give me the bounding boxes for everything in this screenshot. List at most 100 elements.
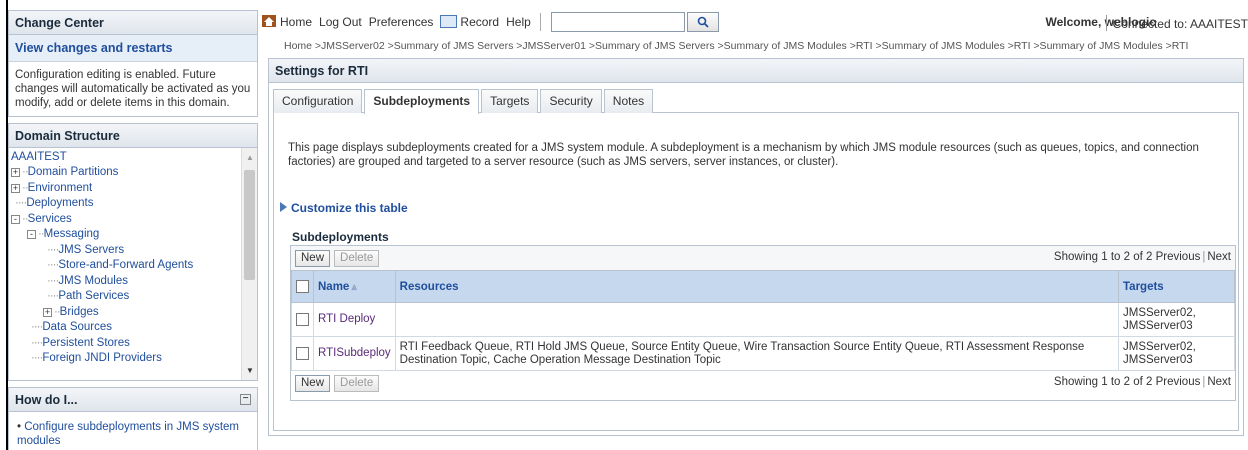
tree-node-jms-servers[interactable]: ····JMS Servers [47, 243, 124, 259]
new-button[interactable]: New [295, 249, 331, 267]
subdeployment-link[interactable]: RTISubdeploy [318, 347, 391, 359]
change-center-panel: Change Center View changes and restarts … [8, 10, 258, 117]
new-button[interactable]: New [295, 374, 331, 392]
tree-node-data-sources[interactable]: ····Data Sources [31, 320, 112, 336]
tree-node-bridges[interactable]: + ··Bridges [43, 305, 99, 321]
expand-icon[interactable]: + [43, 308, 52, 317]
tree-label: Deployments [26, 197, 94, 209]
target-value: JMSServer02, [1123, 306, 1196, 319]
column-header-name[interactable]: Name ⩓ [313, 270, 396, 303]
tab-notes[interactable]: Notes [603, 89, 654, 113]
row-resources-cell: RTI Feedback Queue, RTI Hold JMS Queue, … [394, 336, 1120, 371]
next-link[interactable]: Next [1207, 376, 1231, 388]
tab-targets[interactable]: Targets [481, 89, 539, 113]
tree-label: Store-and-Forward Agents [58, 259, 194, 271]
paging-status: Showing 1 to 2 of 2 [1053, 251, 1153, 263]
select-all-header [291, 270, 314, 303]
tab-configuration[interactable]: Configuration [273, 89, 363, 113]
domain-structure-panel: Domain Structure AAAITEST + ··Domain Part… [8, 123, 258, 381]
row-resources-cell [394, 302, 1120, 337]
tree-node-domain[interactable]: AAAITEST [11, 150, 67, 166]
tab-content: This page displays subdeployments create… [273, 113, 1239, 431]
table-controls-top: New Delete Showing 1 to 2 of 2 Previous |… [291, 246, 1235, 270]
record-link[interactable]: Record [440, 15, 499, 29]
table-row: RTISubdeploy RTI Feedback Queue, RTI Hol… [291, 336, 1235, 371]
tree-label: Data Sources [42, 321, 113, 333]
previous-link[interactable]: Previous [1156, 251, 1201, 263]
paging-status: Showing 1 to 2 of 2 [1053, 376, 1153, 388]
preferences-link[interactable]: Preferences [369, 15, 434, 29]
sort-ascending-icon[interactable]: ⩓ [351, 282, 357, 293]
search-button[interactable] [686, 12, 719, 32]
pagination: Showing 1 to 2 of 2 Previous | Next [1053, 251, 1231, 263]
tree-connector: ···· [31, 352, 43, 364]
page-title: Settings for RTI [269, 59, 1243, 83]
expand-icon[interactable]: + [11, 168, 20, 177]
tree-connector: ···· [47, 275, 59, 287]
tab-subdeployments[interactable]: Subdeployments [364, 89, 480, 114]
previous-link[interactable]: Previous [1156, 376, 1201, 388]
tree-node-saf-agents[interactable]: ····Store-and-Forward Agents [47, 258, 193, 274]
collapse-icon[interactable]: − [240, 394, 251, 405]
data-table: Name ⩓ Resources Targets RTI Deploy JMSSe… [291, 270, 1235, 371]
tree-node-path-services[interactable]: ····Path Services [47, 289, 129, 305]
row-checkbox[interactable] [296, 346, 309, 360]
how-do-i-panel: How do I... − • Configure subdeployments … [8, 387, 258, 450]
tree-scrollbar[interactable]: ▲ ▼ [241, 148, 257, 380]
tree-label: Messaging [43, 228, 100, 240]
tree-node-services[interactable]: - ··Services [11, 212, 72, 228]
search-input[interactable] [550, 12, 685, 32]
next-link[interactable]: Next [1207, 251, 1231, 263]
row-name-cell: RTI Deploy [313, 302, 396, 337]
collapse-icon[interactable]: - [27, 230, 36, 239]
tree-label: Bridges [59, 306, 99, 318]
breadcrumb[interactable]: Home >JMSServer02 >Summary of JMS Server… [284, 40, 1188, 52]
tree-connector: ···· [31, 321, 43, 333]
customize-table-link[interactable]: Customize this table [280, 201, 408, 215]
tree-connector: ···· [47, 244, 59, 256]
tree-connector: ···· [47, 290, 59, 302]
table-title: Subdeployments [292, 230, 389, 244]
select-all-checkbox[interactable] [296, 280, 309, 293]
domain-structure-title: Domain Structure [9, 124, 257, 148]
delete-button[interactable]: Delete [334, 374, 380, 392]
tree-node-jms-modules[interactable]: ····JMS Modules [47, 274, 128, 290]
record-label: Record [460, 15, 500, 29]
tree-node-environment[interactable]: + ··Environment [11, 181, 92, 197]
collapse-icon[interactable]: - [11, 215, 20, 224]
scroll-up-icon[interactable]: ▲ [246, 150, 254, 166]
tree-node-messaging[interactable]: - ··Messaging [27, 227, 99, 243]
connected-status: Connected to: AAAITEST [1105, 15, 1248, 31]
column-header-targets: Targets [1118, 270, 1235, 303]
tab-bar: Configuration Subdeployments Targets Sec… [273, 89, 1239, 114]
tab-security[interactable]: Security [540, 89, 602, 113]
help-link[interactable]: Help [506, 15, 531, 29]
tree-node-domain-partitions[interactable]: + ··Domain Partitions [11, 165, 118, 181]
row-select-cell [291, 302, 314, 337]
delete-button[interactable]: Delete [334, 249, 380, 267]
settings-panel: Settings for RTI Configuration Subdeploy… [268, 58, 1244, 436]
logout-link[interactable]: Log Out [319, 15, 362, 29]
header-divider [539, 13, 541, 31]
column-header-resources: Resources [394, 270, 1120, 303]
customize-label: Customize this table [291, 201, 408, 215]
scroll-down-icon[interactable]: ▼ [246, 363, 254, 379]
subdeployment-link[interactable]: RTI Deploy [318, 313, 375, 325]
row-checkbox[interactable] [296, 312, 309, 326]
record-icon [440, 15, 458, 28]
how-do-i-link[interactable]: Configure subdeployments in JMS system m… [17, 421, 239, 447]
row-select-cell [291, 336, 314, 371]
expand-icon[interactable]: + [11, 184, 20, 193]
scroll-thumb[interactable] [244, 170, 255, 280]
tree-node-foreign-jndi[interactable]: ····Foreign JNDI Providers [31, 351, 162, 367]
pagination: Showing 1 to 2 of 2 Previous | Next [1053, 376, 1231, 388]
top-header: Home Log Out Preferences Record Help Wel… [262, 10, 1248, 34]
how-do-i-label: How do I... [15, 393, 78, 407]
tree-node-deployments[interactable]: ····Deployments [15, 196, 93, 212]
table-row: RTI Deploy JMSServer02, JMSServer03 [291, 302, 1235, 337]
view-changes-link[interactable]: View changes and restarts [9, 35, 257, 62]
tree-node-persistent-stores[interactable]: ····Persistent Stores [31, 336, 130, 352]
home-link[interactable]: Home [262, 15, 312, 29]
change-center-text: Configuration editing is enabled. Future… [15, 69, 251, 109]
change-center-title: Change Center [9, 11, 257, 35]
